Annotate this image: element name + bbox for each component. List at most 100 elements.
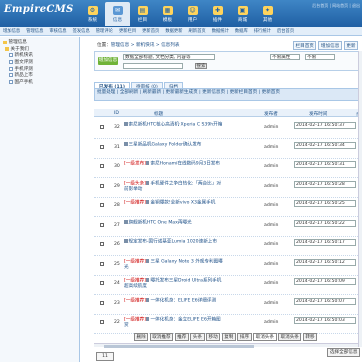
row-title: [一级推荐] 一体化机身：金立ELIFE E6开箱图赏 — [124, 317, 224, 329]
row-time-field[interactable]: 2014-02-17 16:50:09 — [294, 278, 356, 285]
nav-item-6[interactable]: ▣ 商城 — [230, 2, 255, 26]
tree-item[interactable]: 新品上市 — [3, 72, 76, 79]
attribute-select[interactable]: 不限属性 — [270, 54, 300, 60]
nav-item-5[interactable]: ✚ 插件 — [205, 2, 230, 26]
row-time-field[interactable]: 2014-02-17 16:50:25 — [294, 200, 356, 207]
crumb-button[interactable]: 增加信息 — [318, 41, 342, 50]
row-checkbox[interactable] — [100, 300, 104, 305]
subnav-item[interactable]: 管理评论 — [93, 28, 116, 34]
row-checkbox[interactable] — [100, 125, 104, 129]
row-checkbox[interactable] — [100, 203, 104, 207]
page-number[interactable]: 11 — [96, 352, 114, 361]
row-time-field[interactable]: 2014-02-17 16:50:37 — [294, 122, 356, 129]
document-icon — [145, 161, 150, 165]
filter-select[interactable]: 不限 — [305, 54, 335, 60]
crumb-button[interactable]: 更新 — [343, 41, 358, 50]
row-checkbox[interactable] — [100, 183, 104, 188]
table-row: 31 三星新品机Galaxy Folder确认发布 admin 2014-02-17 … — [94, 139, 362, 159]
tree-item-label: 国产手机 — [14, 79, 33, 85]
tree-root[interactable]: 管理信息 — [3, 39, 76, 46]
row-title-link[interactable]: 索尼新机HTC核心高清机·Xperia C S39h开箱 — [129, 123, 223, 128]
select-all-button[interactable]: 选择全部信息 — [327, 348, 360, 357]
bottom-button[interactable]: 取消头条 — [278, 333, 302, 341]
row-title-link[interactable]: 规定发布-国行诺基亚Lumia 1020速新上市 — [129, 240, 218, 245]
row-time-field[interactable]: 2014-02-17 16:50:22 — [294, 219, 356, 227]
subnav-item[interactable]: 更新栏目 — [116, 28, 139, 34]
row-id: 28 — [114, 203, 120, 208]
row-checkbox[interactable] — [100, 144, 104, 149]
subnav-item[interactable]: 数据更新 — [162, 28, 185, 34]
row-title: [一级发布] 索尼Honami在线数码9月3日发布 — [124, 161, 224, 167]
subnav-item[interactable]: 排行统计 — [251, 28, 274, 34]
nav-item-1[interactable]: ✉ 信息 — [105, 2, 130, 26]
row-checkbox[interactable] — [100, 281, 104, 285]
subnav-item[interactable]: 数据库 — [232, 28, 251, 34]
tree-item[interactable]: 图文评测 — [3, 59, 76, 66]
row-checkbox[interactable] — [100, 164, 104, 168]
main-nav: ⚙ 系统 ✉ 信息 ▤ 栏目 ▦ 模板 ☺ 用户 ✚ 插件 ▣ 商城 ✦ 其他 — [80, 2, 280, 26]
breadcrumb-path[interactable]: 管理信息 > 新机快讯 > 信息列表 — [111, 43, 180, 48]
row-checkbox[interactable] — [100, 242, 104, 246]
row-time-field[interactable]: 2014-02-17 16:50:07 — [294, 297, 356, 305]
row-title-link[interactable]: 金铜爆款!全新vivo X3金属手机 — [150, 201, 215, 206]
bottom-button[interactable]: 推荐 — [174, 333, 189, 341]
tree-item[interactable]: 手机评测 — [3, 65, 76, 72]
bottom-button[interactable]: 复制 — [221, 333, 236, 341]
vertical-scrollbar[interactable] — [358, 51, 362, 347]
bottom-button[interactable]: 删除 — [134, 333, 149, 341]
row-time-field[interactable]: 2014-02-17 16:50:17 — [294, 239, 356, 246]
scroll-thumb[interactable] — [104, 344, 254, 348]
row-checkbox[interactable] — [100, 261, 104, 266]
category-select[interactable] — [123, 63, 183, 69]
row-time-field[interactable]: 2014-02-17 16:50:34 — [294, 141, 356, 149]
crumb-button[interactable]: 栏目首页 — [293, 41, 317, 50]
search-keyword-field[interactable]: 数据全部标题, 文档分类, 内容等 — [123, 54, 215, 60]
subnav-item[interactable]: 后台首页 — [274, 28, 297, 34]
action-select[interactable]: 取消头条 — [253, 333, 277, 341]
tree-item[interactable]: 国产手机 — [3, 79, 76, 86]
row-checkbox[interactable] — [100, 222, 104, 227]
row-time-field[interactable]: 2014-02-17 16:50:12 — [294, 258, 356, 266]
table-row: 24 [一级推荐] 曝托发布三星Droid Ultra系列手机 超高续航度 admin… — [94, 275, 362, 295]
table-row: 25 [一级推荐] 三星 Galaxy Note 3 外观专利图曝光 admin 201… — [94, 256, 362, 276]
top-header: EmpireCMS ⚙ 系统 ✉ 信息 ▤ 栏目 ▦ 模板 ☺ 用户 ✚ 插件 ▣ 商城 ✦ 其他 后台首页 … — [0, 0, 362, 27]
row-title-link[interactable]: 索尼Honami在线数码9月3日发布 — [150, 162, 220, 167]
tree-item[interactable]: 关于我们 — [3, 46, 76, 53]
subnav-item[interactable]: 增加信息 — [0, 28, 23, 34]
row-time-field[interactable]: 2014-02-17 16:50:31 — [294, 161, 356, 168]
nav-item-7[interactable]: ✦ 其他 — [255, 2, 280, 26]
subnav-item[interactable]: 签发信息 — [70, 28, 93, 34]
bottom-button[interactable]: 排序 — [237, 333, 252, 341]
subnav-item[interactable]: 更新首页 — [139, 28, 162, 34]
row-time-field[interactable]: 2014-02-17 16:50:28 — [294, 180, 356, 188]
bottom-button[interactable]: 取消推荐 — [149, 333, 174, 341]
bottom-button[interactable]: 转移 — [302, 333, 318, 341]
bottom-button[interactable]: 头条 — [190, 333, 205, 341]
row-time-field[interactable]: 2014-02-17 16:50:03 — [294, 317, 356, 324]
column-icon: ▤ — [137, 5, 148, 15]
subnav-item[interactable]: 数据统计 — [209, 28, 232, 34]
nav-item-4[interactable]: ☺ 用户 — [180, 2, 205, 26]
subnav-item[interactable]: 审核信息 — [46, 28, 69, 34]
action-bar[interactable]: 批量处理 | 全部刷新 | 刷新最新 | 更新最新生成页 | 更新信息页 | 更… — [94, 88, 362, 101]
nav-item-3[interactable]: ▦ 模板 — [155, 2, 180, 26]
horizontal-scrollbar[interactable] — [94, 343, 358, 348]
tree-item[interactable]: 新机快讯 — [3, 52, 76, 59]
add-info-button[interactable]: 增加信息 — [98, 57, 118, 65]
top-links[interactable]: 后台首页 | 网站首页 | 退出 — [312, 3, 360, 9]
row-publisher: admin — [264, 320, 279, 325]
tree-item-label: 关于我们 — [10, 46, 29, 52]
nav-item-0[interactable]: ⚙ 系统 — [80, 2, 105, 26]
nav-item-2[interactable]: ▤ 栏目 — [130, 2, 155, 26]
col-id[interactable]: ID — [114, 111, 119, 116]
bottom-button[interactable]: 移动 — [206, 333, 221, 341]
subnav-item[interactable]: 刷新首页 — [186, 28, 209, 34]
row-title-link[interactable]: 旗舰新机HTC One Max再曝光 — [129, 220, 192, 225]
row-title-link[interactable]: 三星新品机Galaxy Folder确认发布 — [129, 142, 202, 147]
subnav-item[interactable]: 管理信息 — [23, 28, 46, 34]
search-button[interactable]: 搜索 — [195, 63, 207, 69]
row-tag: [一级推荐] — [124, 278, 146, 284]
row-title-link[interactable]: 一体化机身：ELIFE E6详细评测 — [150, 298, 216, 303]
col-time[interactable]: 发布时间 — [309, 111, 327, 117]
row-checkbox[interactable] — [100, 320, 104, 324]
